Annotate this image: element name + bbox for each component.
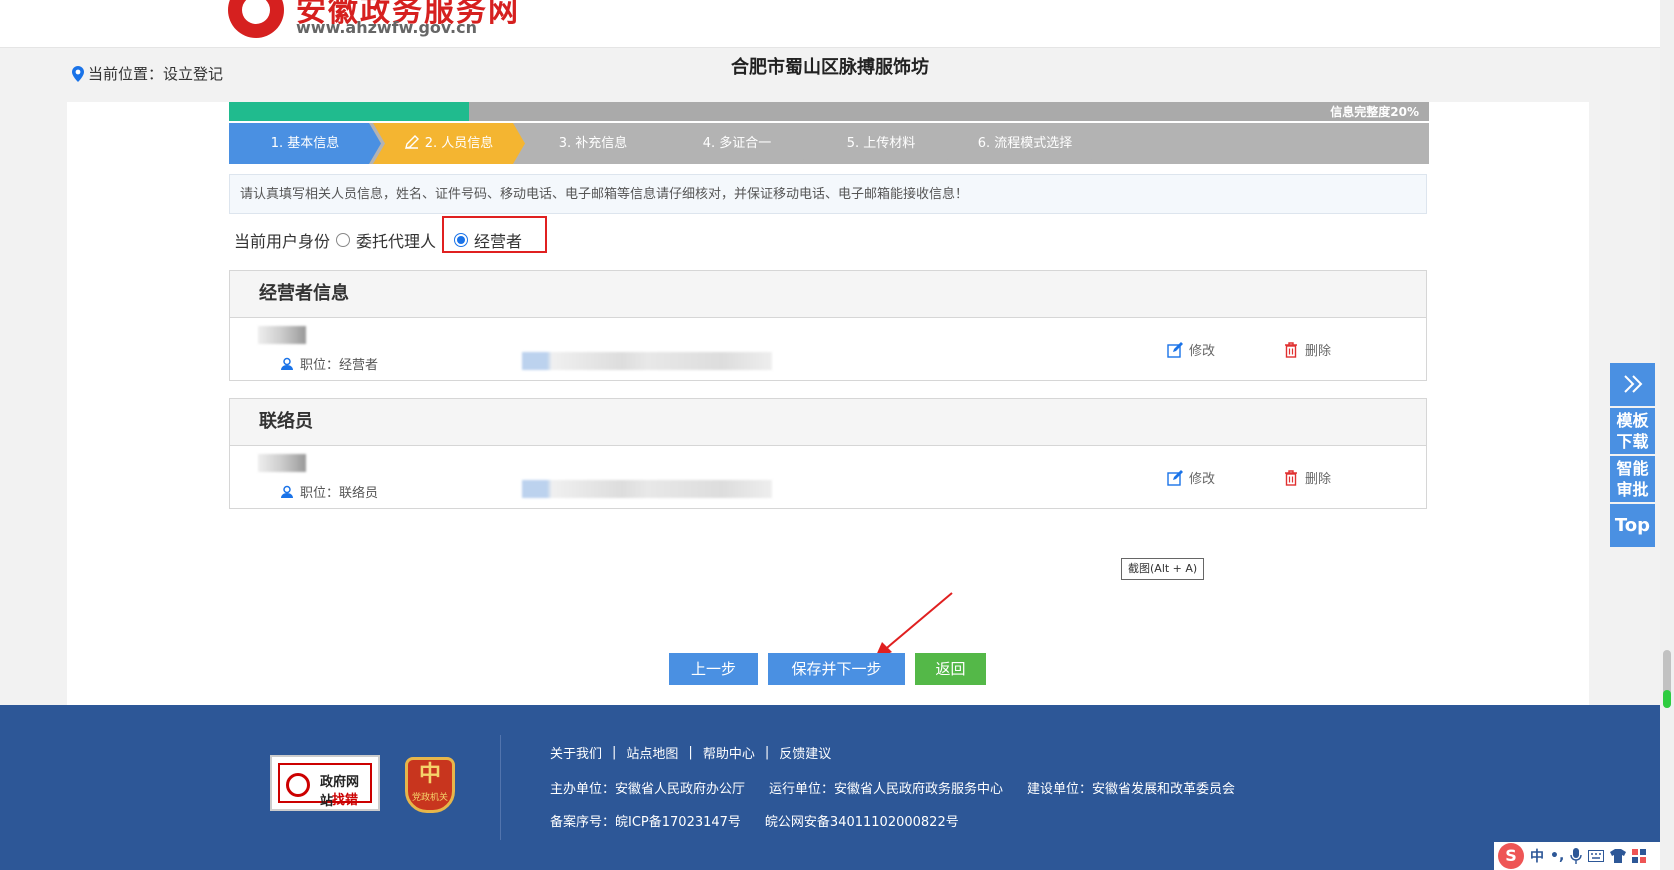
- step-tab-4[interactable]: 4. 多证合一: [661, 123, 813, 164]
- footer-police[interactable]: 皖公网安备34011102000822号: [765, 811, 959, 830]
- footer-builder: 建设单位：安徽省发展和改革委员会: [1027, 782, 1236, 797]
- page-scrollbar[interactable]: [1660, 0, 1674, 870]
- side-expand-button[interactable]: [1610, 363, 1655, 406]
- footer-sep: |: [688, 745, 693, 760]
- notice-text: 请认真填写相关人员信息，姓名、证件号码、移动电话、电子邮箱等信息请仔细核对，并保…: [229, 174, 1427, 214]
- step-tab-6[interactable]: 6. 流程模式选择: [949, 123, 1101, 164]
- contact-panel-title: 联络员: [230, 399, 1426, 446]
- footer-links: 关于我们 | 站点地图 | 帮助中心 | 反馈建议: [550, 743, 831, 762]
- ime-lang[interactable]: 中: [1530, 846, 1544, 866]
- magnifier-icon: [286, 773, 310, 797]
- step-navigation: 1. 基本信息 2. 人员信息 3. 补充信息 4. 多证合一 5. 上传材料 6. 流程…: [229, 123, 1429, 164]
- progress-fill: [229, 102, 469, 121]
- site-footer: 政府网站 找错 中 党政机关 关于我们 | 站点地图 | 帮助中心 | 反馈建议…: [0, 705, 1660, 870]
- location-pin-icon: [72, 65, 84, 82]
- skin-shirt-icon[interactable]: [1610, 849, 1627, 863]
- breadcrumb: 当前位置： 设立登记: [72, 63, 223, 84]
- contact-panel: 联络员 职位：联络员 修改 删除: [229, 398, 1427, 509]
- screenshot-tooltip: 截图(Alt + A): [1121, 558, 1205, 580]
- sogou-logo-icon[interactable]: S: [1498, 843, 1524, 869]
- back-to-top-button[interactable]: Top: [1610, 504, 1655, 547]
- footer-sponsor: 主办单位：安徽省人民政府办公厅: [550, 782, 746, 797]
- toolbox-grid-icon[interactable]: [1632, 849, 1647, 863]
- redacted-id: [522, 352, 772, 370]
- operator-panel-title: 经营者信息: [230, 271, 1426, 318]
- step-tab-1[interactable]: 1. 基本信息: [229, 123, 381, 164]
- site-url: www.ahzwfw.gov.cn: [296, 18, 477, 37]
- keyboard-icon[interactable]: [1588, 850, 1605, 862]
- footer-link-about[interactable]: 关于我们: [550, 743, 602, 762]
- edit-icon: [1167, 469, 1183, 486]
- gov-site-error-badge[interactable]: 政府网站 找错: [270, 755, 380, 811]
- footer-sep: |: [612, 745, 617, 760]
- radio-agent-label[interactable]: 委托代理人: [356, 228, 436, 252]
- redacted-id: [522, 480, 772, 498]
- footer-operator: 运行单位：安徽省人民政府政务服务中心: [769, 782, 1004, 797]
- step-tab-5[interactable]: 5. 上传材料: [805, 123, 957, 164]
- footer-link-help[interactable]: 帮助中心: [703, 743, 755, 762]
- operator-edit-label[interactable]: 修改: [1189, 340, 1215, 359]
- identity-label: 当前用户身份: [234, 232, 331, 251]
- breadcrumb-prefix: 当前位置：: [88, 65, 164, 83]
- badge-gov-line2: 找错: [332, 793, 359, 808]
- progress-label: 信息完整度20%: [1330, 105, 1419, 119]
- ime-toolbar[interactable]: S 中 •,: [1494, 842, 1674, 870]
- footer-link-sitemap[interactable]: 站点地图: [626, 743, 678, 762]
- back-button[interactable]: 返回: [915, 653, 986, 685]
- operator-role: 职位：经营者: [280, 354, 378, 373]
- operator-panel: 经营者信息 职位：经营者 修改 删除: [229, 270, 1427, 381]
- contact-role: 职位：联络员: [280, 482, 378, 501]
- operator-delete-button[interactable]: 删除: [1283, 340, 1331, 359]
- trash-icon: [1285, 341, 1297, 358]
- site-header: 安徽政务服务网 www.ahzwfw.gov.cn: [0, 0, 1660, 48]
- party-emblem-icon: 中: [418, 762, 441, 787]
- edit-icon: [1167, 341, 1183, 358]
- footer-sep: |: [764, 745, 770, 760]
- trash-icon: [1285, 469, 1297, 486]
- site-logo-icon[interactable]: [228, 0, 284, 38]
- footer-record-line: 备案序号：皖ICP备17023147号 皖公网安备34011102000822号: [550, 811, 959, 830]
- footer-icp[interactable]: 备案序号：皖ICP备17023147号: [550, 811, 741, 830]
- template-download-button[interactable]: 模板下载: [1610, 408, 1655, 454]
- save-next-button[interactable]: 保存并下一步: [768, 653, 905, 685]
- annotation-highlight-box: [442, 216, 547, 253]
- double-chevron-right-icon: [1623, 375, 1642, 393]
- radio-agent[interactable]: [336, 233, 351, 247]
- contact-row: 职位：联络员 修改 删除: [230, 446, 1426, 508]
- footer-link-feedback[interactable]: 反馈建议: [779, 743, 831, 762]
- breadcrumb-current: 设立登记: [163, 65, 224, 83]
- contact-role-text: 职位：联络员: [300, 486, 379, 501]
- step-tab-3[interactable]: 3. 补充信息: [517, 123, 669, 164]
- user-icon: [281, 485, 293, 498]
- operator-role-text: 职位：经营者: [300, 358, 379, 373]
- badge-border: 政府网站 找错: [278, 763, 372, 809]
- contact-delete-label[interactable]: 删除: [1305, 468, 1331, 487]
- punctuation-icon[interactable]: •,: [1550, 848, 1564, 864]
- contact-delete-button[interactable]: 删除: [1283, 468, 1331, 487]
- prev-step-button[interactable]: 上一步: [669, 653, 758, 685]
- step-tab-2[interactable]: 2. 人员信息: [373, 123, 525, 164]
- scrollbar-indicator: [1663, 690, 1671, 708]
- footer-divider: [500, 735, 501, 840]
- redacted-name: [258, 454, 306, 472]
- contact-edit-label[interactable]: 修改: [1189, 468, 1215, 487]
- redacted-name: [258, 326, 306, 344]
- party-gov-badge[interactable]: 中 党政机关: [405, 757, 455, 813]
- footer-org-line: 主办单位：安徽省人民政府办公厅 运行单位：安徽省人民政府政务服务中心 建设单位：…: [550, 778, 1235, 797]
- user-icon: [281, 357, 293, 370]
- pencil-icon: [405, 135, 419, 149]
- operator-delete-label[interactable]: 删除: [1305, 340, 1331, 359]
- contact-edit-button[interactable]: 修改: [1167, 468, 1215, 487]
- operator-edit-button[interactable]: 修改: [1167, 340, 1215, 359]
- step-tab-label: 2. 人员信息: [424, 136, 494, 151]
- party-gov-badge-label: 党政机关: [411, 793, 448, 803]
- page-title: 合肥市蜀山区脉搏服饰坊: [731, 57, 929, 78]
- microphone-icon[interactable]: [1570, 848, 1582, 864]
- progress-bar: 信息完整度20%: [229, 102, 1429, 121]
- operator-row: 职位：经营者 修改 删除: [230, 318, 1426, 380]
- smart-review-button[interactable]: 智能审批: [1610, 456, 1655, 502]
